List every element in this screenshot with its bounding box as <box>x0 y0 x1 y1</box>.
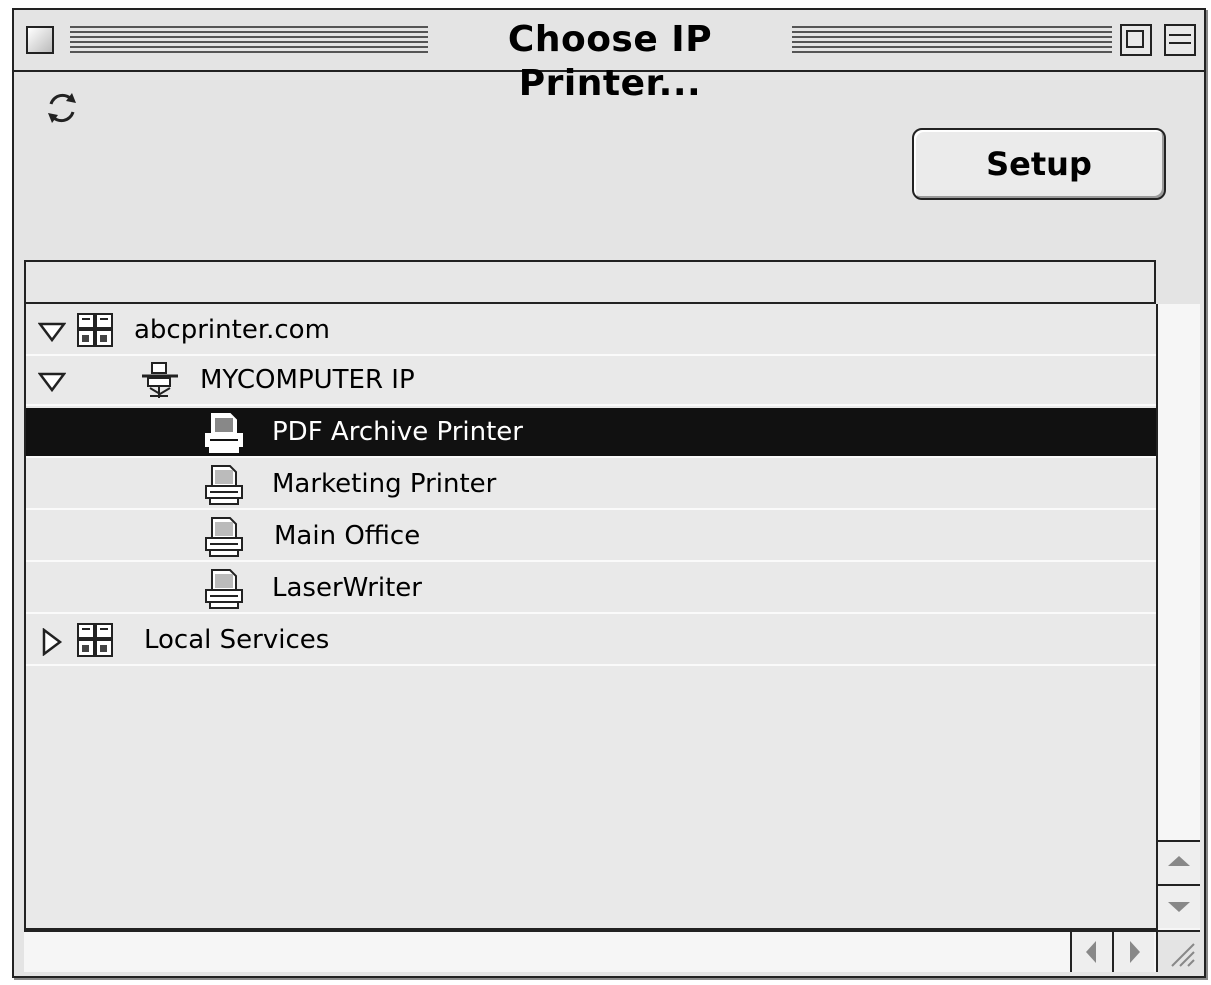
list-item-mycomputer-ip[interactable]: MYCOMPUTER IP <box>26 356 1156 406</box>
list-item-label: abcprinter.com <box>134 315 330 345</box>
list-item-laserwriter[interactable]: LaserWriter <box>26 564 1156 614</box>
close-box-button[interactable] <box>26 26 54 54</box>
list-header <box>24 260 1156 304</box>
title-bar-stripes-right <box>792 26 1112 56</box>
collapse-box-button[interactable] <box>1164 24 1196 56</box>
printer-icon <box>205 517 243 557</box>
list-item-label: MYCOMPUTER IP <box>200 365 415 395</box>
printer-icon <box>205 413 243 453</box>
choose-ip-printer-window: Choose IP Printer... Setup abcprinter.co… <box>12 8 1206 978</box>
list-item-main-office[interactable]: Main Office <box>26 512 1156 562</box>
disclosure-triangle-expanded-icon[interactable] <box>38 318 66 346</box>
zoom-box-button[interactable] <box>1120 24 1152 56</box>
list-item-marketing-printer[interactable]: Marketing Printer <box>26 460 1156 510</box>
list-item-local-services[interactable]: Local Services <box>26 616 1156 666</box>
title-bar[interactable]: Choose IP Printer... <box>14 10 1204 104</box>
list-item-label: PDF Archive Printer <box>272 417 523 447</box>
horizontal-scrollbar[interactable] <box>24 930 1156 972</box>
scroll-left-arrow-icon[interactable] <box>1070 932 1112 972</box>
printer-icon <box>205 465 243 505</box>
disclosure-triangle-expanded-icon[interactable] <box>38 368 66 396</box>
list-item-pdf-archive-printer[interactable]: PDF Archive Printer <box>26 408 1156 458</box>
refresh-icon[interactable] <box>42 88 82 128</box>
list-item-label: Main Office <box>274 521 421 551</box>
list-item-label: LaserWriter <box>272 573 422 603</box>
list-item-abcprinter[interactable]: abcprinter.com <box>26 306 1156 356</box>
vertical-scrollbar[interactable] <box>1156 304 1200 930</box>
printer-icon <box>205 569 243 609</box>
list-item-label: Local Services <box>144 625 330 655</box>
list-item-label: Marketing Printer <box>272 469 497 499</box>
setup-button[interactable]: Setup <box>912 128 1166 200</box>
window-title: Choose IP Printer... <box>507 19 713 104</box>
network-printer-host-icon <box>142 362 178 398</box>
printer-list[interactable]: abcprinter.com MYCOMPUTER IP PDF Archive… <box>24 304 1156 930</box>
title-bar-stripes-left <box>70 26 428 56</box>
scroll-right-arrow-icon[interactable] <box>1112 932 1154 972</box>
disclosure-triangle-collapsed-icon[interactable] <box>38 628 66 656</box>
network-zone-icon <box>77 623 113 657</box>
scroll-down-arrow-icon[interactable] <box>1158 884 1200 928</box>
scroll-up-arrow-icon[interactable] <box>1158 840 1200 884</box>
resize-grip-icon[interactable] <box>1156 930 1200 972</box>
network-zone-icon <box>77 313 113 347</box>
